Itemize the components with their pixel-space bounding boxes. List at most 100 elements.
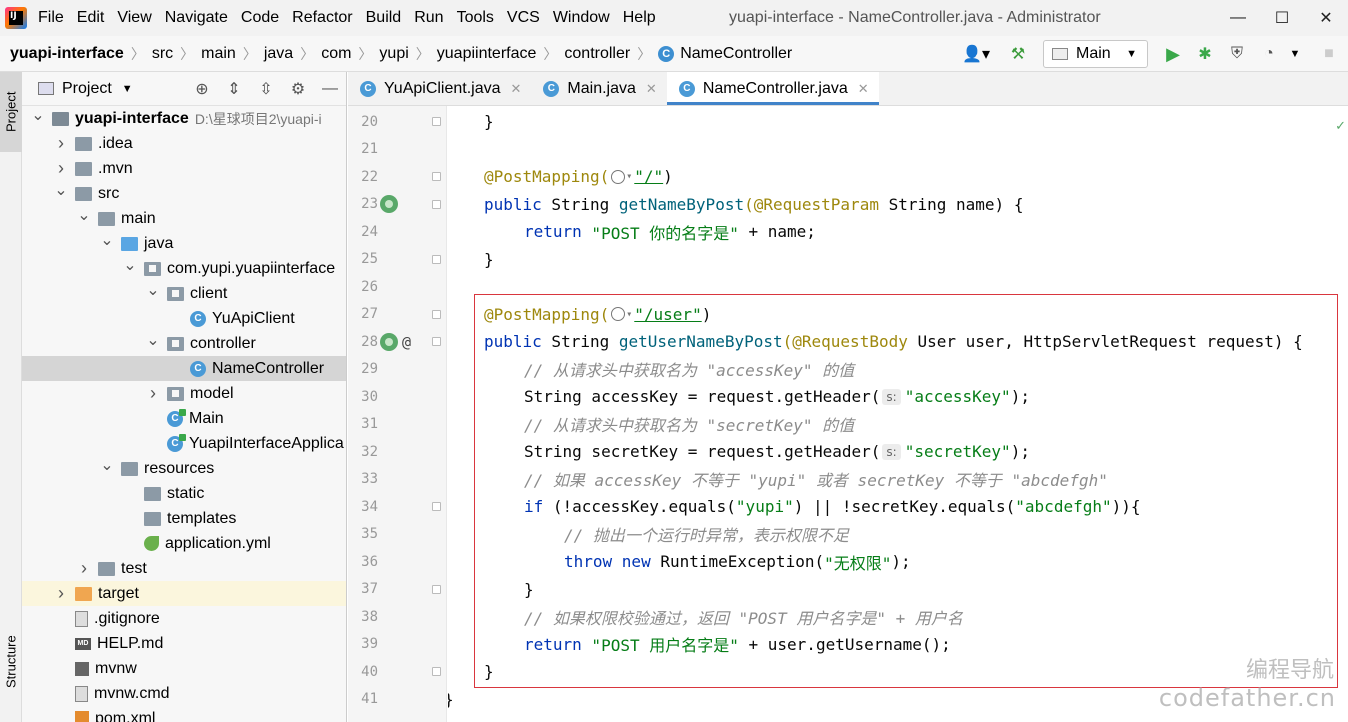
tab-namecontroller[interactable]: C NameController.java ✕	[666, 72, 879, 105]
close-tab-icon[interactable]: ✕	[858, 81, 869, 97]
fold-icon[interactable]	[432, 309, 441, 319]
tree-item[interactable]: ⌄ src	[22, 180, 346, 206]
menu-build[interactable]: Build	[366, 9, 402, 27]
globe-icon[interactable]	[611, 307, 626, 322]
tree-item[interactable]: ⌄ yuapi-interface D:\星球项目2\yuapi-i	[22, 105, 346, 131]
inspection-ok-icon[interactable]: ✓	[1335, 118, 1346, 134]
user-icon[interactable]: 👤▾	[959, 41, 993, 67]
breadcrumb-yupi[interactable]: yupi	[379, 45, 408, 63]
tree-item[interactable]: mvnw	[22, 656, 346, 681]
menu-edit[interactable]: Edit	[77, 9, 105, 27]
chevron-down-icon[interactable]: ⌄	[122, 255, 138, 275]
breadcrumb-class[interactable]: C NameController	[658, 45, 792, 63]
breadcrumb-src[interactable]: src	[152, 45, 173, 63]
tree-item[interactable]: › .mvn	[22, 156, 346, 181]
chevron-down-icon[interactable]: ⌄	[99, 455, 115, 475]
stop-icon[interactable]: ■	[1316, 41, 1342, 67]
tab-yuapiclient[interactable]: C YuApiClient.java ✕	[348, 72, 531, 105]
spring-endpoint-icon[interactable]	[380, 332, 398, 351]
hide-panel-icon[interactable]: —	[314, 80, 346, 98]
fold-icon[interactable]	[432, 667, 441, 677]
menu-help[interactable]: Help	[623, 9, 656, 27]
locate-file-icon[interactable]: ⊕	[186, 79, 218, 99]
breadcrumb-controller[interactable]: controller	[564, 45, 630, 63]
more-run-actions-icon[interactable]: ▼	[1288, 41, 1302, 67]
menu-run[interactable]: Run	[414, 9, 443, 27]
project-panel-title[interactable]: Project	[62, 80, 112, 98]
tree-item[interactable]: .gitignore	[22, 606, 346, 631]
menu-code[interactable]: Code	[241, 9, 279, 27]
project-tool-tab[interactable]: Project	[0, 72, 22, 152]
tree-item[interactable]: › test	[22, 556, 346, 581]
run-icon[interactable]: ▶	[1160, 41, 1186, 67]
close-icon[interactable]: ✕	[1304, 0, 1348, 36]
tree-item[interactable]: C Main	[22, 406, 346, 431]
hammer-build-icon[interactable]: ⚒	[1005, 41, 1031, 67]
chevron-right-icon[interactable]: ›	[76, 558, 92, 579]
chevron-right-icon[interactable]: ›	[145, 383, 161, 404]
minimize-icon[interactable]: —	[1216, 0, 1260, 36]
request-mapping-icon[interactable]: @	[402, 333, 411, 351]
gear-icon[interactable]: ⚙	[282, 79, 314, 99]
chevron-down-icon[interactable]: ⌄	[76, 205, 92, 225]
tab-main[interactable]: C Main.java ✕	[531, 72, 666, 105]
globe-icon[interactable]	[611, 169, 626, 184]
tree-item[interactable]: static	[22, 481, 346, 506]
chevron-right-icon[interactable]: ›	[53, 133, 69, 154]
collapse-all-icon[interactable]: ⇳	[250, 79, 282, 99]
tree-item[interactable]: ⌄ com.yupi.yuapiinterface	[22, 255, 346, 281]
menu-navigate[interactable]: Navigate	[165, 9, 228, 27]
tree-item[interactable]: ⌄ resources	[22, 455, 346, 481]
chevron-down-icon[interactable]: ▼	[122, 83, 133, 95]
fold-icon[interactable]	[432, 172, 441, 182]
menu-vcs[interactable]: VCS	[507, 9, 540, 27]
fold-icon[interactable]	[432, 254, 441, 264]
menu-view[interactable]: View	[117, 9, 151, 27]
tree-item[interactable]: C NameController	[22, 356, 346, 381]
code-editor[interactable]: } @PostMapping(▾ "/") public String getNa…	[448, 106, 1348, 722]
tree-item[interactable]: › target	[22, 581, 346, 606]
tree-item[interactable]: › .idea	[22, 131, 346, 156]
chevron-down-icon[interactable]: ⌄	[53, 180, 69, 200]
chevron-down-icon[interactable]: ⌄	[145, 330, 161, 350]
maximize-icon[interactable]: ☐	[1260, 0, 1304, 36]
breadcrumb-project[interactable]: yuapi-interface	[10, 45, 124, 63]
breadcrumb-com[interactable]: com	[321, 45, 351, 63]
fold-icon[interactable]	[432, 584, 441, 594]
tree-item[interactable]: pom.xml	[22, 706, 346, 722]
tree-item[interactable]: C YuapiInterfaceApplica	[22, 431, 346, 456]
fold-icon[interactable]	[432, 117, 441, 127]
structure-tool-tab[interactable]: Structure	[0, 622, 22, 702]
menu-file[interactable]: File	[38, 9, 64, 27]
tree-item[interactable]: MD HELP.md	[22, 631, 346, 656]
run-configuration-select[interactable]: Main ▼	[1043, 40, 1148, 68]
chevron-right-icon[interactable]: ›	[53, 583, 69, 604]
tree-item[interactable]: application.yml	[22, 531, 346, 556]
tree-item[interactable]: ⌄ client	[22, 280, 346, 306]
chevron-right-icon[interactable]: ›	[53, 158, 69, 179]
profile-icon[interactable]: ◔	[1256, 41, 1282, 67]
menu-refactor[interactable]: Refactor	[292, 9, 352, 27]
chevron-down-icon[interactable]: ⌄	[30, 105, 46, 125]
tree-item[interactable]: ⌄ java	[22, 230, 346, 256]
fold-icon[interactable]	[432, 337, 441, 347]
fold-icon[interactable]	[432, 502, 441, 512]
expand-all-icon[interactable]: ⇕	[218, 79, 250, 99]
tree-item[interactable]: ⌄ controller	[22, 330, 346, 356]
chevron-down-icon[interactable]: ⌄	[145, 280, 161, 300]
tree-item[interactable]: C YuApiClient	[22, 306, 346, 331]
tree-item[interactable]: › model	[22, 381, 346, 406]
menu-window[interactable]: Window	[553, 9, 610, 27]
close-tab-icon[interactable]: ✕	[646, 81, 657, 97]
coverage-icon[interactable]: ⛨	[1224, 41, 1250, 67]
breadcrumb-java[interactable]: java	[264, 45, 293, 63]
chevron-down-icon[interactable]: ⌄	[99, 230, 115, 250]
tree-item[interactable]: templates	[22, 506, 346, 531]
tree-item[interactable]: mvnw.cmd	[22, 681, 346, 706]
menu-tools[interactable]: Tools	[457, 9, 494, 27]
breadcrumb-main[interactable]: main	[201, 45, 236, 63]
breadcrumb-yuapiinterface[interactable]: yuapiinterface	[437, 45, 537, 63]
fold-icon[interactable]	[432, 199, 441, 209]
spring-endpoint-icon[interactable]	[380, 195, 398, 214]
tree-item[interactable]: ⌄ main	[22, 205, 346, 231]
